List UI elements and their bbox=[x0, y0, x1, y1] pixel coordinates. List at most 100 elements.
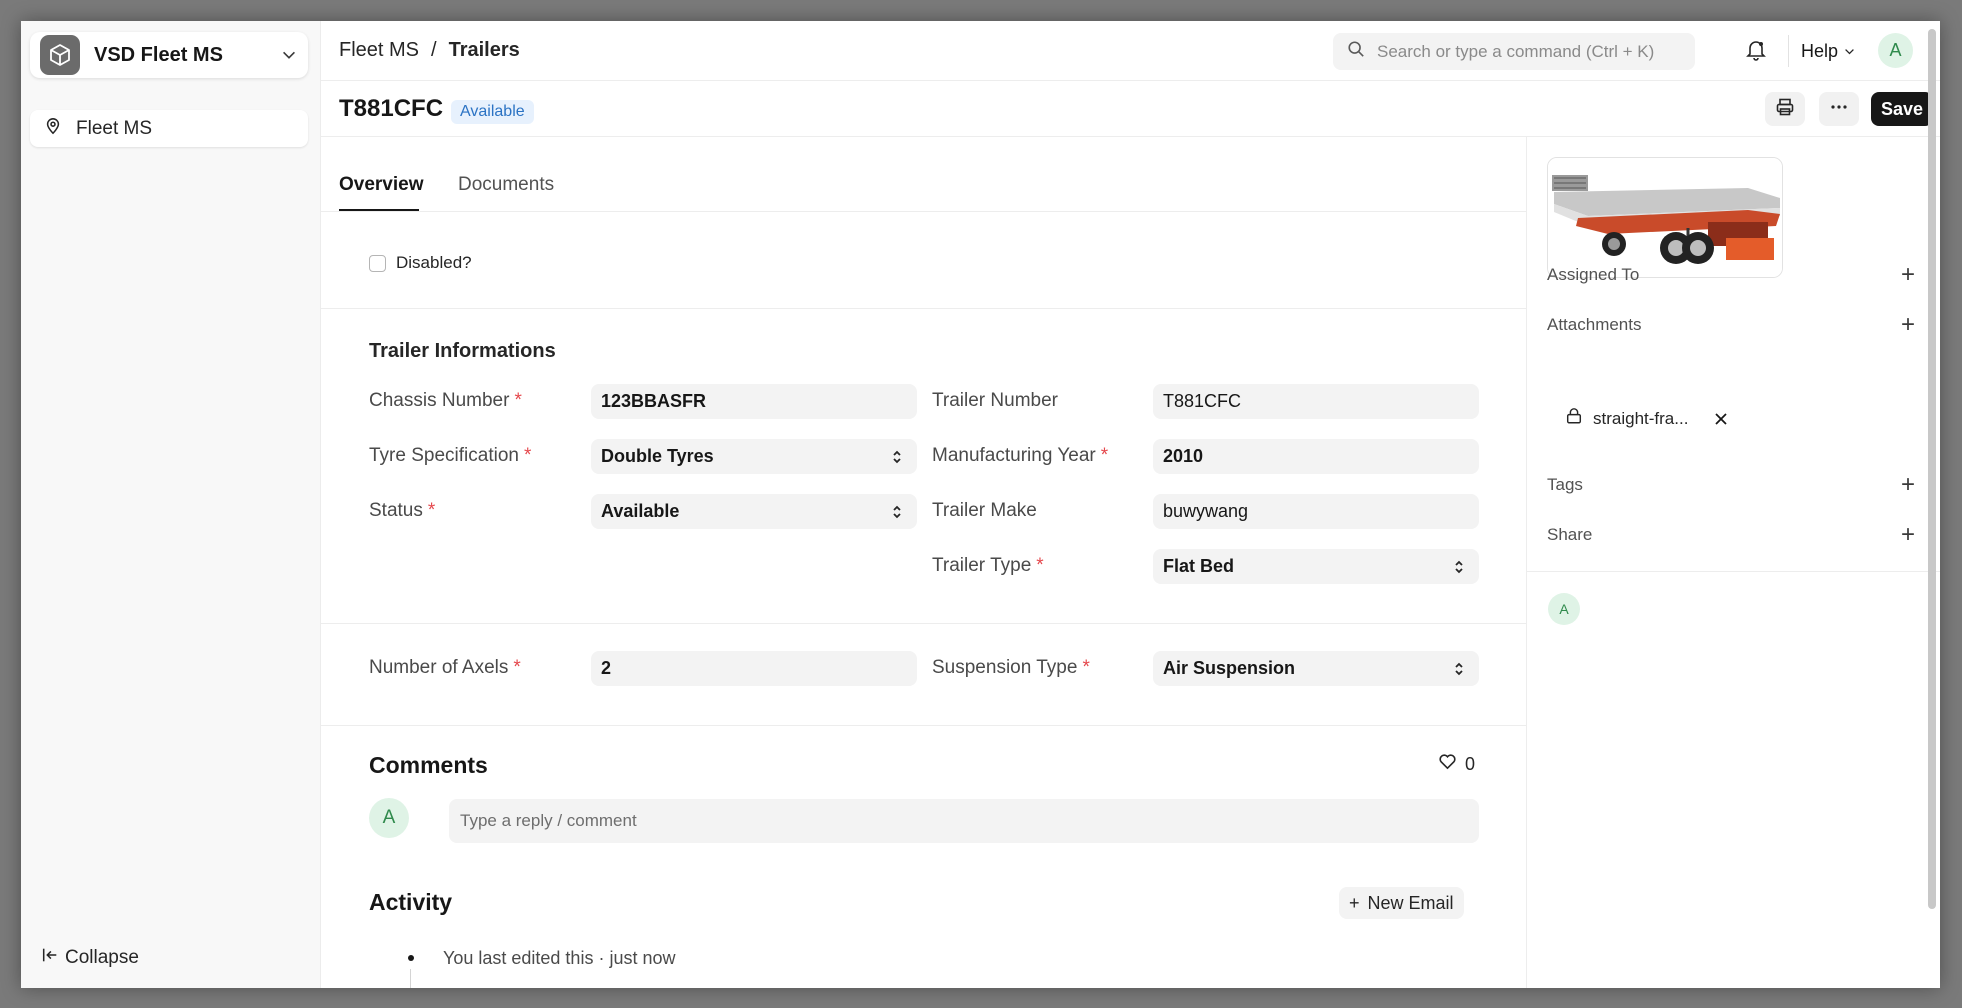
status-select[interactable]: Available bbox=[591, 494, 917, 529]
add-attachment-plus-icon[interactable]: + bbox=[1901, 311, 1915, 339]
notifications-bell-icon[interactable] bbox=[1745, 39, 1767, 66]
number-of-axels-field[interactable]: 2 bbox=[591, 651, 917, 686]
app-switcher[interactable]: VSD Fleet MS bbox=[30, 32, 308, 78]
manufacturing-year-label: Manufacturing Year * bbox=[932, 445, 1109, 466]
chassis-number-field[interactable]: 123BBASFR bbox=[591, 384, 917, 419]
active-tab-indicator bbox=[339, 209, 419, 211]
timeline-line bbox=[410, 969, 411, 988]
assigned-to-label: Assigned To bbox=[1547, 265, 1640, 284]
search-icon bbox=[1347, 40, 1365, 63]
disabled-checkbox-row[interactable]: Disabled? bbox=[369, 253, 472, 273]
trailer-number-label: Trailer Number bbox=[932, 390, 1058, 411]
divider bbox=[1527, 571, 1940, 572]
save-button[interactable]: Save bbox=[1871, 92, 1933, 126]
disabled-checkbox[interactable] bbox=[369, 254, 386, 272]
tyre-specification-label: Tyre Specification * bbox=[369, 445, 532, 466]
status-label: Status * bbox=[369, 500, 436, 521]
share-row: Share + bbox=[1547, 521, 1927, 549]
tyre-specification-select[interactable]: Double Tyres bbox=[591, 439, 917, 474]
like-count: 0 bbox=[1465, 753, 1476, 774]
add-share-plus-icon[interactable]: + bbox=[1901, 521, 1915, 549]
collapse-label: Collapse bbox=[65, 947, 139, 968]
add-assignee-plus-icon[interactable]: + bbox=[1901, 261, 1915, 289]
disabled-checkbox-label: Disabled? bbox=[396, 253, 472, 272]
collapse-button[interactable]: Collapse bbox=[41, 946, 139, 970]
tags-row: Tags + bbox=[1547, 471, 1927, 499]
trailer-number-field[interactable]: T881CFC bbox=[1153, 384, 1479, 419]
chevron-down-icon bbox=[280, 46, 298, 64]
map-pin-icon bbox=[44, 117, 62, 141]
help-menu[interactable]: Help bbox=[1801, 41, 1856, 62]
tags-label: Tags bbox=[1547, 475, 1583, 494]
heart-icon bbox=[1438, 752, 1457, 776]
like-button[interactable]: 0 bbox=[1438, 752, 1475, 776]
plus-icon: + bbox=[1349, 892, 1360, 913]
chevron-down-icon bbox=[1843, 45, 1856, 58]
activity-title: Activity bbox=[369, 889, 453, 915]
chassis-number-label: Chassis Number * bbox=[369, 390, 522, 411]
trailer-make-field[interactable]: buwywang bbox=[1153, 494, 1479, 529]
breadcrumb: Fleet MS / Trailers bbox=[339, 39, 520, 62]
tab-bar: Overview Documents bbox=[321, 137, 1526, 212]
print-button[interactable] bbox=[1765, 92, 1805, 126]
more-actions-button[interactable] bbox=[1819, 92, 1859, 126]
collapse-icon bbox=[41, 946, 59, 970]
status-badge: Available bbox=[451, 100, 534, 124]
section-title: Trailer Informations bbox=[369, 340, 556, 362]
suspension-type-label: Suspension Type * bbox=[932, 657, 1090, 678]
share-label: Share bbox=[1547, 525, 1593, 544]
user-avatar[interactable]: A bbox=[1878, 33, 1913, 68]
section-divider bbox=[321, 725, 1526, 726]
attachment-name: straight-fra... bbox=[1593, 408, 1689, 428]
scrollbar[interactable] bbox=[1928, 29, 1936, 909]
section-divider bbox=[321, 623, 1526, 624]
select-arrows-icon bbox=[1453, 660, 1465, 683]
trailer-type-label: Trailer Type * bbox=[932, 555, 1044, 576]
avatar: A bbox=[369, 798, 409, 838]
help-label: Help bbox=[1801, 41, 1839, 61]
comment-input[interactable] bbox=[460, 811, 1479, 831]
app-logo-icon bbox=[40, 35, 80, 75]
select-arrows-icon bbox=[891, 448, 903, 471]
search-bar[interactable] bbox=[1333, 33, 1695, 70]
tab-overview[interactable]: Overview bbox=[339, 174, 424, 196]
lock-icon bbox=[1565, 407, 1583, 430]
comment-box[interactable] bbox=[449, 799, 1479, 843]
breadcrumb-item-trailers[interactable]: Trailers bbox=[449, 39, 520, 62]
attachment-item[interactable]: straight-fra... bbox=[1565, 407, 1728, 430]
timeline-dot bbox=[408, 955, 414, 961]
section-divider bbox=[321, 308, 1526, 309]
app-window: VSD Fleet MS Fleet MS Collapse Fleet MS … bbox=[21, 21, 1940, 988]
manufacturing-year-field[interactable]: 2010 bbox=[1153, 439, 1479, 474]
attachments-label: Attachments bbox=[1547, 315, 1642, 334]
number-of-axels-label: Number of Axels * bbox=[369, 657, 521, 678]
new-email-label: New Email bbox=[1367, 892, 1454, 913]
breadcrumb-separator: / bbox=[431, 39, 437, 61]
trailer-image[interactable] bbox=[1547, 157, 1783, 278]
remove-attachment-close-icon[interactable] bbox=[1714, 412, 1728, 426]
printer-icon bbox=[1775, 97, 1795, 122]
tab-documents[interactable]: Documents bbox=[458, 174, 554, 196]
ellipsis-icon bbox=[1829, 97, 1849, 122]
add-tag-plus-icon[interactable]: + bbox=[1901, 471, 1915, 499]
breadcrumb-item-fleet-ms[interactable]: Fleet MS bbox=[339, 39, 419, 62]
trailer-make-label: Trailer Make bbox=[932, 500, 1037, 521]
search-input[interactable] bbox=[1377, 41, 1677, 62]
select-arrows-icon bbox=[891, 503, 903, 526]
sidebar-item-label: Fleet MS bbox=[76, 117, 153, 139]
suspension-type-select[interactable]: Air Suspension bbox=[1153, 651, 1479, 686]
new-email-button[interactable]: + New Email bbox=[1339, 887, 1464, 919]
sidebar: VSD Fleet MS Fleet MS Collapse bbox=[21, 21, 321, 988]
app-name: VSD Fleet MS bbox=[94, 43, 223, 66]
comments-title: Comments bbox=[369, 752, 488, 778]
assigned-to-row: Assigned To + bbox=[1547, 261, 1927, 289]
attachments-row: Attachments + bbox=[1547, 311, 1927, 339]
trailer-type-select[interactable]: Flat Bed bbox=[1153, 549, 1479, 584]
select-arrows-icon bbox=[1453, 558, 1465, 581]
avatar: A bbox=[1548, 593, 1580, 625]
activity-item: You last edited this · just now bbox=[443, 948, 676, 968]
title-bar: T881CFC Available Save bbox=[321, 81, 1940, 137]
right-sidebar: Assigned To + Attachments + straight-fra… bbox=[1527, 137, 1940, 988]
sidebar-item-fleet-ms[interactable]: Fleet MS bbox=[30, 110, 308, 147]
divider bbox=[1788, 35, 1789, 67]
